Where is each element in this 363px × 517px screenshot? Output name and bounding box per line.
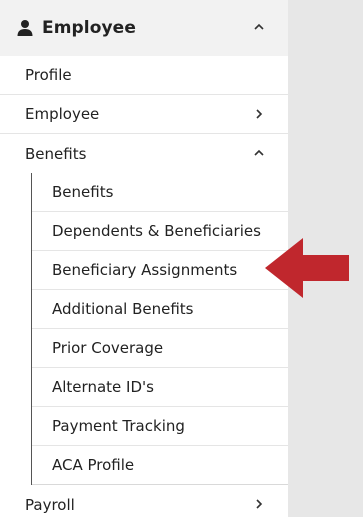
subnav-item-label: Benefits bbox=[52, 183, 114, 201]
subnav-item-label: Payment Tracking bbox=[52, 417, 185, 435]
nav-item-label: Employee bbox=[25, 105, 100, 123]
nav-item-payroll[interactable]: Payroll bbox=[0, 485, 288, 517]
chevron-up-icon[interactable] bbox=[252, 19, 266, 33]
subnav-item-prior-coverage[interactable]: Prior Coverage bbox=[32, 329, 288, 368]
subnav-item-beneficiary-assignments[interactable]: Beneficiary Assignments bbox=[32, 251, 288, 290]
subnav-item-aca-profile[interactable]: ACA Profile bbox=[32, 446, 288, 485]
subnav-item-payment-tracking[interactable]: Payment Tracking bbox=[32, 407, 288, 446]
subnav-item-label: Additional Benefits bbox=[52, 300, 194, 318]
user-icon bbox=[16, 19, 34, 37]
chevron-right-icon bbox=[252, 107, 266, 121]
employee-nav-panel: Employee Profile Employee Benefits Benef… bbox=[0, 0, 288, 517]
subnav-item-label: Beneficiary Assignments bbox=[52, 261, 238, 279]
nav-item-label: Payroll bbox=[25, 495, 75, 514]
subnav-item-label: ACA Profile bbox=[52, 456, 135, 474]
nav-item-profile[interactable]: Profile bbox=[0, 56, 288, 95]
nav-item-employee[interactable]: Employee bbox=[0, 95, 288, 134]
subnav-item-benefits[interactable]: Benefits bbox=[32, 173, 288, 212]
employee-section-header[interactable]: Employee bbox=[0, 0, 288, 56]
subnav-item-dependents-beneficiaries[interactable]: Dependents & Beneficiaries bbox=[32, 212, 288, 251]
nav-item-label: Profile bbox=[25, 66, 72, 84]
chevron-up-icon bbox=[252, 146, 266, 160]
subnav-item-additional-benefits[interactable]: Additional Benefits bbox=[32, 290, 288, 329]
section-title: Employee bbox=[42, 18, 136, 38]
subnav-item-label: Dependents & Beneficiaries bbox=[52, 222, 261, 240]
subnav-item-label: Prior Coverage bbox=[52, 339, 164, 357]
nav-item-label: Benefits bbox=[25, 144, 87, 163]
benefits-submenu: Benefits Dependents & Beneficiaries Bene… bbox=[31, 173, 288, 485]
nav-item-benefits[interactable]: Benefits bbox=[0, 134, 288, 173]
red-arrow-annotation bbox=[265, 238, 349, 298]
chevron-right-icon bbox=[252, 497, 266, 511]
subnav-item-label: Alternate ID's bbox=[52, 378, 154, 396]
subnav-item-alternate-ids[interactable]: Alternate ID's bbox=[32, 368, 288, 407]
